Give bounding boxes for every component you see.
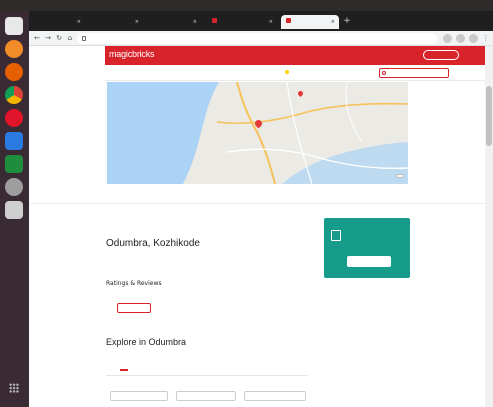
home-icon[interactable]: ⌂ <box>65 33 75 43</box>
settings-icon[interactable] <box>5 178 23 196</box>
address-bar[interactable] <box>77 33 437 44</box>
forward-icon[interactable]: → <box>43 33 53 43</box>
sea-area <box>107 82 219 184</box>
write-review-button[interactable] <box>117 303 151 313</box>
search-icon <box>382 71 386 75</box>
bookmark-star-icon[interactable] <box>443 34 452 43</box>
divider <box>29 203 493 204</box>
site-header: magicbricks <box>105 46 493 65</box>
explore-tab[interactable] <box>150 365 158 369</box>
explore-tabs <box>106 364 308 376</box>
favicon-icon <box>286 18 291 23</box>
explore-tab[interactable] <box>120 365 128 371</box>
browser-tab[interactable]: × <box>207 15 277 29</box>
document-icon <box>331 230 341 241</box>
lock-icon <box>82 36 86 41</box>
cpanel-icon[interactable] <box>5 40 23 58</box>
browser-tab[interactable]: × <box>33 15 85 29</box>
nav-item[interactable] <box>283 70 289 75</box>
new-badge <box>285 70 289 74</box>
view-map-button[interactable] <box>396 174 404 178</box>
page-title: Odumbra, Kozhikode <box>106 238 200 249</box>
back-icon[interactable]: ← <box>32 33 42 43</box>
close-tab-icon[interactable]: × <box>135 15 139 29</box>
ratings-heading: Ratings & Reviews <box>106 280 162 287</box>
close-tab-icon[interactable]: × <box>193 15 197 29</box>
show-apps-icon[interactable] <box>9 383 19 393</box>
extension-icon[interactable] <box>456 34 465 43</box>
files-icon[interactable] <box>5 17 23 35</box>
explore-link[interactable] <box>110 391 168 401</box>
explore-heading: Explore in Odumbra <box>106 337 187 347</box>
page-viewport: magicbricks Odumbra, Kozhikode Ratings &… <box>29 46 493 407</box>
close-tab-icon[interactable]: × <box>331 15 335 29</box>
reload-icon[interactable]: ↻ <box>54 33 64 43</box>
opera-icon[interactable] <box>5 109 23 127</box>
rating-summary <box>256 240 301 264</box>
menu-icon[interactable]: ⋮ <box>481 33 491 43</box>
new-tab-icon[interactable]: + <box>341 15 353 27</box>
post-property-button[interactable] <box>423 50 459 60</box>
sheets-icon[interactable] <box>5 155 23 173</box>
site-search-input[interactable] <box>379 68 449 78</box>
browser-tab[interactable]: × <box>149 15 201 29</box>
site-logo[interactable]: magicbricks <box>109 49 155 59</box>
cta-button[interactable] <box>347 256 391 267</box>
site-nav <box>105 65 493 81</box>
browser-tab[interactable]: × <box>91 15 143 29</box>
chrome-icon[interactable] <box>5 86 23 104</box>
drive-icon[interactable] <box>5 201 23 219</box>
post-property-card <box>324 218 410 278</box>
launcher-dock <box>0 11 29 407</box>
os-top-bar <box>0 0 493 11</box>
page-scrollbar[interactable] <box>485 46 493 407</box>
close-tab-icon[interactable]: × <box>269 15 273 29</box>
explore-link[interactable] <box>244 391 306 401</box>
locality-tabs <box>105 189 493 201</box>
browser-toolbar: ← → ↻ ⌂ ⋮ <box>29 31 493 46</box>
firefox-icon[interactable] <box>5 63 23 81</box>
map-road <box>236 82 276 184</box>
docs-icon[interactable] <box>5 132 23 150</box>
browser-tab-active[interactable]: × <box>281 15 339 29</box>
map-canvas <box>107 82 408 184</box>
close-tab-icon[interactable]: × <box>77 15 81 29</box>
profile-icon[interactable] <box>469 34 478 43</box>
browser-tab-strip: × × × × × + <box>29 11 493 31</box>
scrollbar-thumb[interactable] <box>486 86 492 146</box>
map-road <box>345 82 363 143</box>
favicon-icon <box>212 18 217 23</box>
locality-map[interactable] <box>107 82 408 184</box>
explore-link[interactable] <box>176 391 236 401</box>
